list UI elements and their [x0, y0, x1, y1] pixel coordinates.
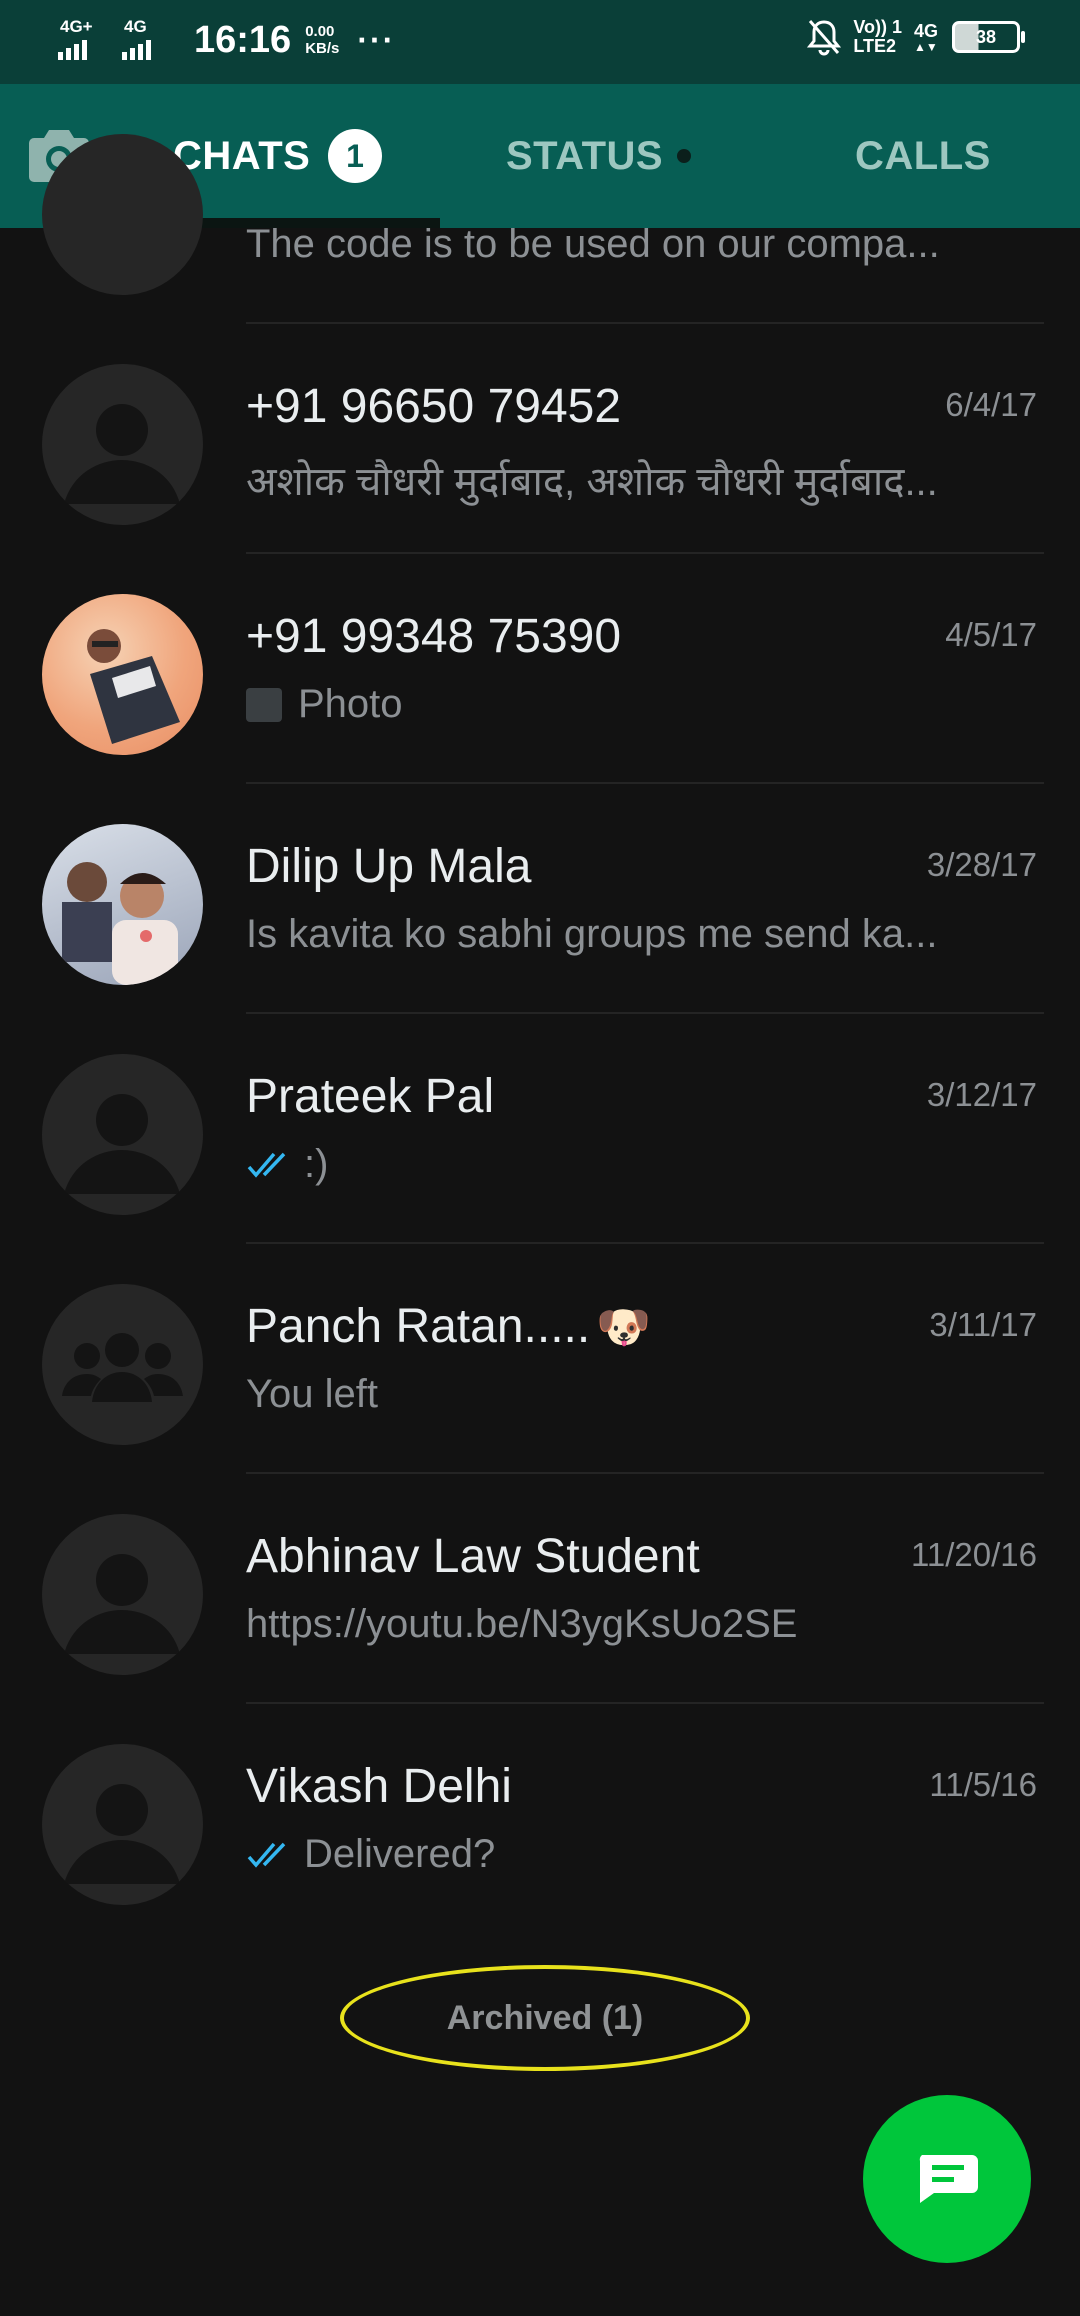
chat-message-icon: [919, 2155, 978, 2203]
group-avatar-icon[interactable]: [42, 1284, 203, 1445]
data-network-label: 4G: [913, 20, 938, 41]
chat-preview-text: :): [304, 1142, 329, 1186]
chat-name-text: Panch Ratan.....: [246, 1300, 591, 1353]
volte-indicator: Vo)) 1 LTE2: [853, 18, 902, 56]
chat-preview: अशोक चौधरी मुर्दाबाद, अशोक चौधरी मुर्दाब…: [246, 460, 938, 504]
battery-level: 38: [975, 26, 997, 47]
status-left: 4G+ 4G 16:16 0.00 KB/s ···: [58, 18, 395, 62]
chat-date: 4/5/17: [945, 616, 1037, 653]
network-speed-value: 0.00: [305, 23, 335, 40]
chat-date: 3/11/17: [929, 1306, 1037, 1343]
new-chat-button[interactable]: [863, 2095, 1031, 2263]
chat-date: 11/20/16: [910, 1536, 1037, 1573]
dog-emoji-icon: 🐶: [596, 1303, 651, 1352]
network-speed: 0.00 KB/s: [305, 23, 339, 57]
chat-date: 3/28/17: [926, 846, 1037, 883]
chat-preview: The code is to be used on our compa...: [246, 222, 940, 266]
status-bar: 4G+ 4G 16:16 0.00 KB/s ··· Vo)) 1 LTE2 4…: [0, 0, 1080, 84]
chat-date: 3/12/17: [926, 1076, 1037, 1113]
default-avatar-icon[interactable]: [42, 364, 203, 525]
battery-icon: 38: [952, 21, 1025, 53]
chat-date: 11/5/16: [929, 1766, 1037, 1803]
signal-sim1-icon: 4G+: [58, 18, 112, 62]
chat-name: Abhinav Law Student: [246, 1530, 700, 1583]
sim1-network-label: 4G+: [60, 17, 93, 36]
profile-photo-avatar[interactable]: [42, 594, 203, 755]
chat-name: +91 96650 79452: [246, 380, 622, 433]
archived-chats-link[interactable]: Archived (1): [340, 1965, 750, 2071]
photo-icon: [246, 687, 282, 722]
chat-row[interactable]: Vikash Delhi 11/5/16 Delivered?: [0, 1704, 1080, 1934]
chat-row[interactable]: Dilip Up Mala 3/28/17 Is kavita ko sabhi…: [0, 784, 1080, 1014]
volte-line2: LTE2: [853, 36, 896, 56]
chat-row[interactable]: Abhinav Law Student 11/20/16 https://you…: [0, 1474, 1080, 1704]
chat-row[interactable]: +91 96650 79452 6/4/17 अशोक चौधरी मुर्दा…: [0, 324, 1080, 554]
mute-bell-icon: [807, 20, 842, 56]
chat-name: Dilip Up Mala: [246, 840, 532, 893]
data-network-indicator: 4G ▲▼: [913, 20, 938, 54]
default-avatar-icon[interactable]: [42, 1054, 203, 1215]
default-avatar-icon: [42, 134, 203, 295]
chat-row-partial[interactable]: The code is to be used on our compa...: [0, 94, 1080, 324]
chat-name: +91 99348 75390: [246, 610, 622, 663]
sim2-network-label: 4G: [124, 17, 147, 36]
profile-photo-avatar[interactable]: [42, 824, 203, 985]
clock-time: 16:16: [194, 18, 292, 61]
chat-preview: Photo: [246, 682, 1026, 727]
default-avatar-icon[interactable]: [42, 1744, 203, 1905]
chat-preview: Is kavita ko sabhi groups me send ka...: [246, 912, 938, 956]
chat-date: 6/4/17: [945, 386, 1037, 423]
chat-preview: Delivered?: [246, 1832, 1026, 1877]
chat-preview-text: Delivered?: [304, 1832, 496, 1876]
network-speed-unit: KB/s: [305, 40, 340, 57]
chat-preview: You left: [246, 1372, 378, 1416]
chat-row[interactable]: +91 99348 75390 4/5/17 Photo: [0, 554, 1080, 784]
read-ticks-icon: [247, 1152, 286, 1178]
chat-preview: :): [246, 1142, 1026, 1187]
volte-line1: Vo)) 1: [853, 17, 902, 37]
default-avatar-icon[interactable]: [42, 1514, 203, 1675]
chat-name: Prateek Pal: [246, 1070, 495, 1123]
chat-name: Panch Ratan..... 🐶: [246, 1299, 651, 1354]
chat-row[interactable]: Panch Ratan..... 🐶 3/11/17 You left: [0, 1244, 1080, 1474]
chat-preview-text: Photo: [298, 682, 403, 726]
chat-name: Vikash Delhi: [246, 1760, 512, 1813]
status-right: Vo)) 1 LTE2 4G ▲▼ 38: [807, 18, 1025, 56]
data-arrows-icon: ▲▼: [913, 39, 938, 54]
signal-sim2-icon: 4G: [122, 18, 176, 62]
chat-row[interactable]: Prateek Pal 3/12/17 :): [0, 1014, 1080, 1244]
more-notifications-icon: ···: [357, 21, 396, 58]
read-ticks-icon: [247, 1842, 286, 1868]
chat-preview: https://youtu.be/N3ygKsUo2SE: [246, 1602, 798, 1646]
